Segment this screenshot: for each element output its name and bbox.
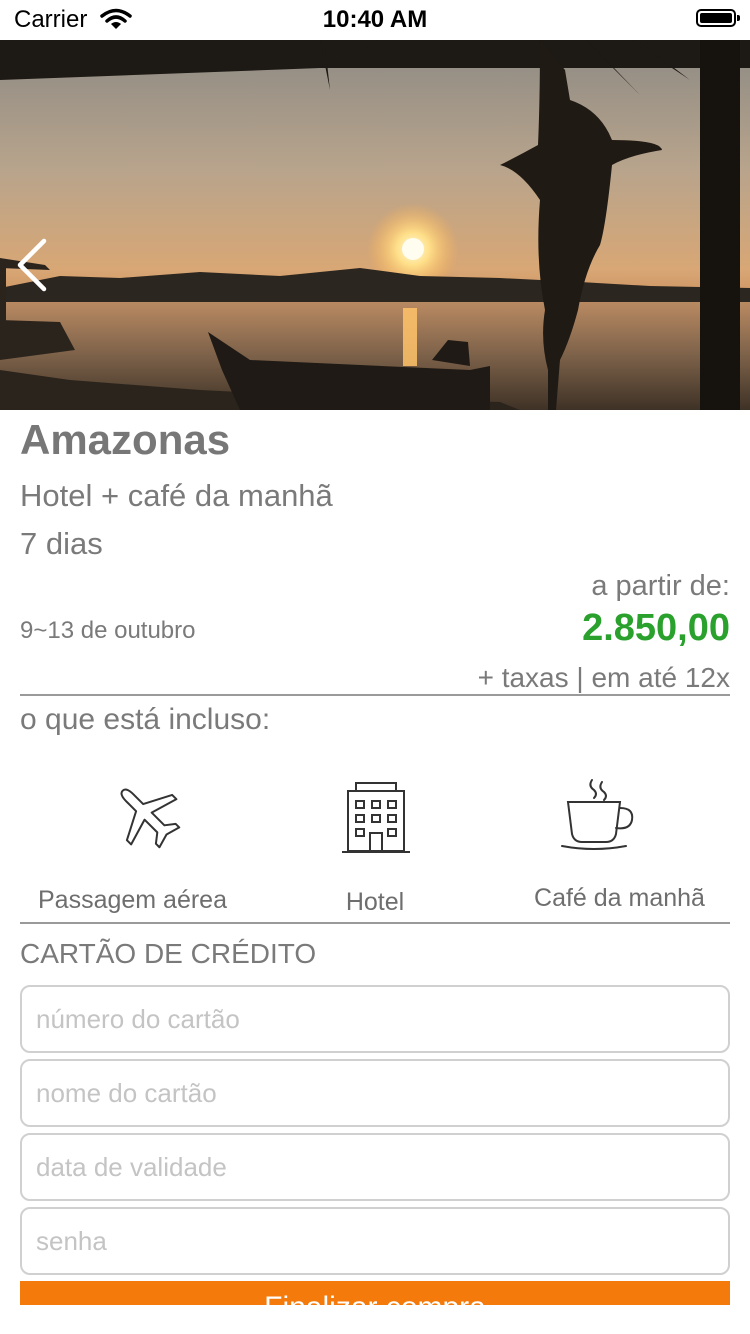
included-item-label: Hotel bbox=[345, 888, 405, 916]
destination-title: Amazonas bbox=[20, 416, 231, 463]
clock: 10:40 AM bbox=[322, 6, 428, 33]
divider bbox=[20, 694, 730, 696]
included-item-label: Café da manhã bbox=[534, 884, 705, 912]
price-value: 2.850,00 bbox=[582, 607, 730, 649]
card-name-input[interactable] bbox=[20, 1059, 730, 1127]
travel-dates: 9~13 de outubro bbox=[20, 617, 196, 644]
plan-label: Hotel + café da manhã bbox=[20, 478, 333, 513]
battery-icon bbox=[696, 9, 740, 27]
divider bbox=[20, 922, 730, 924]
finish-purchase-button[interactable]: Finalizar compra bbox=[20, 1281, 730, 1305]
status-bar: Carrier 10:40 AM bbox=[0, 0, 750, 40]
card-password-input[interactable] bbox=[20, 1207, 730, 1275]
included-heading: o que está incluso: bbox=[20, 703, 271, 736]
hotel-icon bbox=[342, 782, 410, 853]
card-number-input[interactable] bbox=[20, 985, 730, 1053]
airplane-icon bbox=[120, 788, 181, 849]
finish-purchase-label: Finalizar compra bbox=[264, 1291, 486, 1305]
coffee-cup-icon bbox=[561, 779, 634, 850]
chevron-left-icon bbox=[17, 238, 47, 292]
card-expiry-input[interactable] bbox=[20, 1133, 730, 1201]
payment-heading: CARTÃO DE CRÉDITO bbox=[20, 938, 317, 969]
back-button[interactable] bbox=[10, 235, 60, 295]
hero-image bbox=[0, 40, 750, 410]
price-suffix: + taxas | em até 12x bbox=[477, 662, 730, 693]
duration-label: 7 dias bbox=[20, 526, 103, 561]
price-prefix: a partir de: bbox=[591, 570, 730, 602]
sunset-photo bbox=[0, 40, 750, 410]
included-item-label: Passagem aérea bbox=[37, 886, 227, 914]
